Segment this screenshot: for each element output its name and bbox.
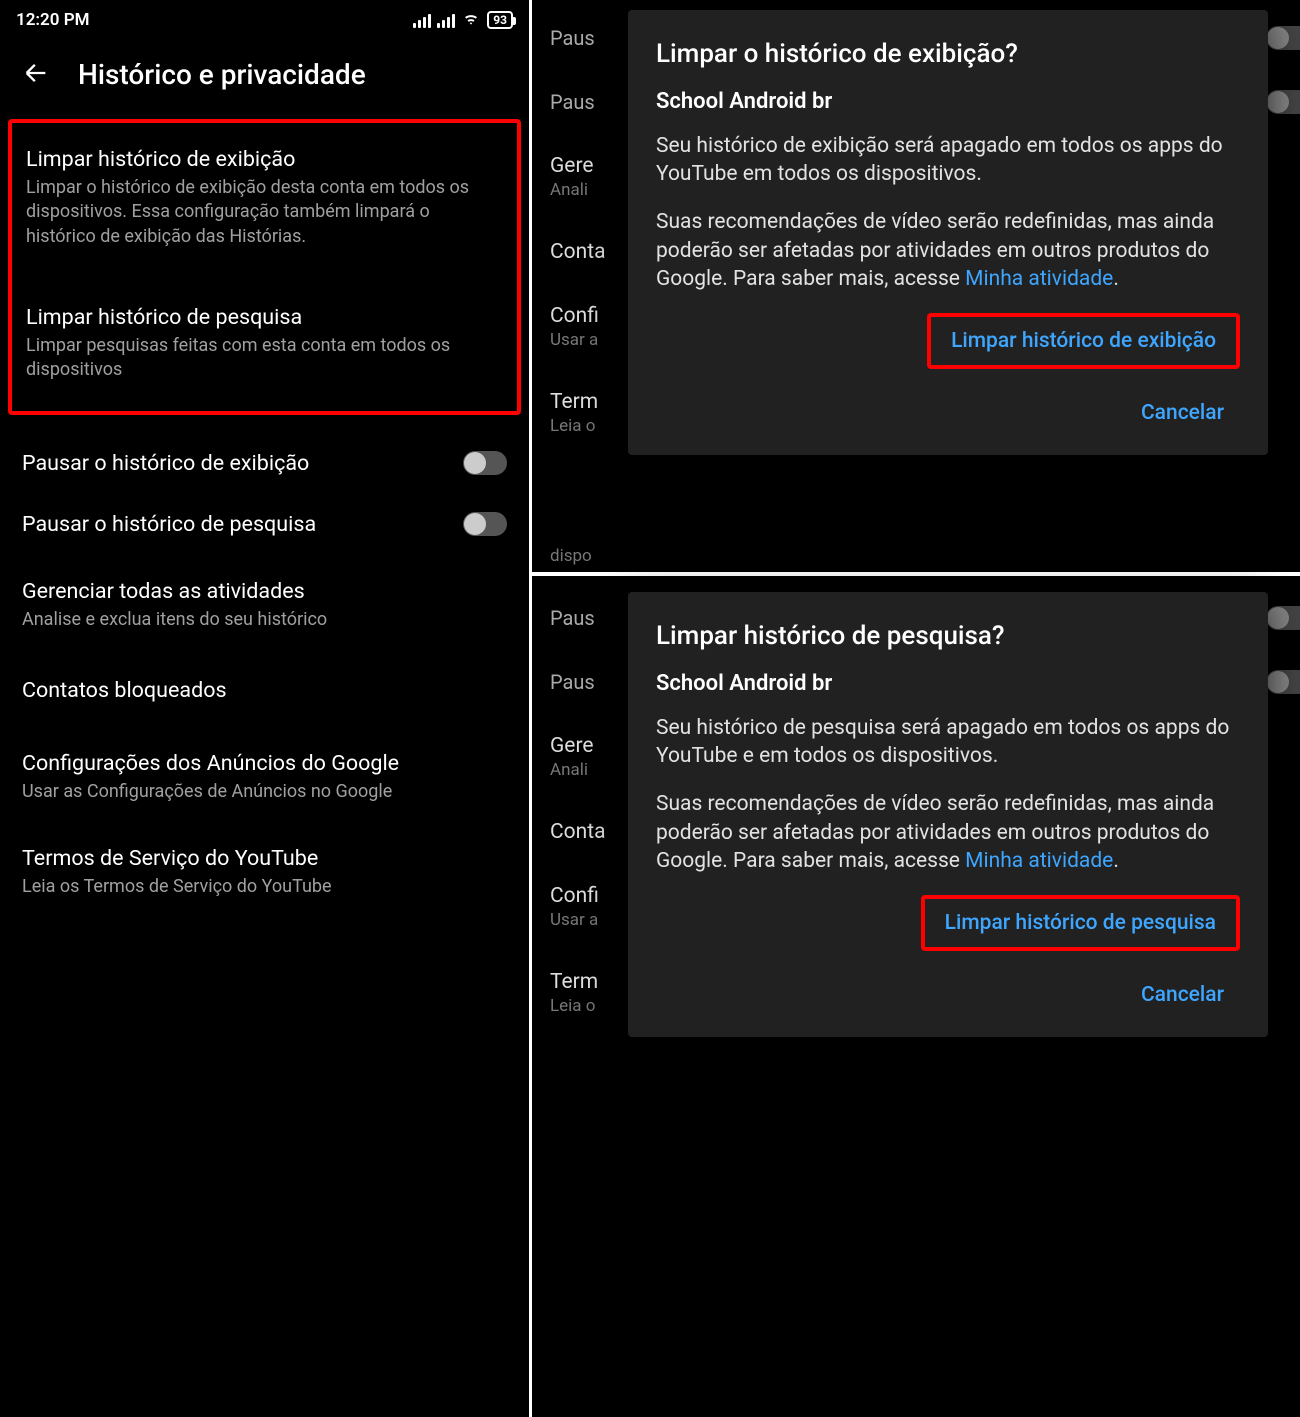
toggle-switch[interactable] [1266, 90, 1300, 114]
header: Histórico e privacidade [0, 40, 529, 119]
highlight-clear-options: Limpar histórico de exibição Limpar o hi… [8, 119, 521, 415]
toggle-switch[interactable] [1266, 670, 1300, 694]
status-bar: 12:20 PM 93 [0, 0, 529, 40]
highlight-confirm: Limpar histórico de exibição [927, 313, 1240, 369]
signal-icon [413, 12, 431, 28]
toggle-switch[interactable] [463, 451, 507, 475]
blocked-label: Contatos bloqueados [22, 676, 507, 705]
dialog-body-2: Suas recomendações de vídeo serão redefi… [656, 790, 1240, 875]
pause-watch-label: Pausar o histórico de exibição [22, 449, 463, 478]
my-activity-link[interactable]: Minha atividade [965, 849, 1113, 873]
clear-search-sub: Limpar pesquisas feitas com esta conta e… [26, 334, 503, 383]
page-title: Histórico e privacidade [78, 58, 366, 91]
manage-sub: Analise e exclua itens do seu histórico [22, 608, 507, 632]
my-activity-link[interactable]: Minha atividade [965, 267, 1113, 291]
clear-watch-title: Limpar histórico de exibição [26, 145, 503, 174]
pause-search-label: Pausar o histórico de pesquisa [22, 510, 463, 539]
dialog-account: School Android br [656, 671, 1240, 696]
dialog-body-1: Seu histórico de pesquisa será apagado e… [656, 714, 1240, 771]
dialog-screen-watch: dispo Paus Paus GereAnali Conta ConfiUsa… [532, 0, 1300, 572]
status-icons: 93 [413, 8, 513, 33]
cancel-button[interactable]: Cancelar [1125, 391, 1240, 435]
highlight-confirm: Limpar histórico de pesquisa [921, 895, 1240, 951]
pause-watch-history[interactable]: Pausar o histórico de exibição [0, 433, 529, 494]
clear-search-history[interactable]: Limpar histórico de pesquisa Limpar pesq… [12, 289, 517, 397]
dialog-title: Limpar o histórico de exibição? [656, 38, 1240, 71]
cancel-button[interactable]: Cancelar [1125, 973, 1240, 1017]
blocked-contacts[interactable]: Contatos bloqueados [0, 646, 529, 735]
dialog-body-2: Suas recomendações de vídeo serão redefi… [656, 208, 1240, 293]
dialog-account: School Android br [656, 89, 1240, 114]
back-arrow-icon[interactable] [22, 59, 50, 91]
settings-screen: 12:20 PM 93 Histórico e privacidade Limp… [0, 0, 529, 1417]
status-time: 12:20 PM [16, 10, 90, 30]
toggle-switch[interactable] [463, 512, 507, 536]
clear-watch-sub: Limpar o histórico de exibição desta con… [26, 176, 503, 249]
wifi-icon [461, 8, 481, 33]
ads-sub: Usar as Configurações de Anúncios no Goo… [22, 780, 507, 804]
google-ads-settings[interactable]: Configurações dos Anúncios do Google Usa… [0, 735, 529, 818]
dialog-body-1: Seu histórico de exibição será apagado e… [656, 132, 1240, 189]
toggle-switch[interactable] [1266, 606, 1300, 630]
dialog-screen-search: dispo Paus Paus GereAnali Conta ConfiUsa… [532, 576, 1300, 1417]
clear-watch-dialog: Limpar o histórico de exibição? School A… [628, 10, 1268, 455]
ads-title: Configurações dos Anúncios do Google [22, 749, 507, 778]
clear-watch-history[interactable]: Limpar histórico de exibição Limpar o hi… [12, 131, 517, 263]
tos-sub: Leia os Termos de Serviço do YouTube [22, 875, 507, 899]
signal-icon-2 [437, 12, 455, 28]
clear-search-dialog: Limpar histórico de pesquisa? School And… [628, 592, 1268, 1037]
tos-title: Termos de Serviço do YouTube [22, 844, 507, 873]
confirm-clear-watch-button[interactable]: Limpar histórico de exibição [935, 319, 1232, 363]
clear-search-title: Limpar histórico de pesquisa [26, 303, 503, 332]
youtube-tos[interactable]: Termos de Serviço do YouTube Leia os Ter… [0, 818, 529, 913]
confirm-clear-search-button[interactable]: Limpar histórico de pesquisa [929, 901, 1232, 945]
manage-activities[interactable]: Gerenciar todas as atividades Analise e … [0, 555, 529, 646]
toggle-switch[interactable] [1266, 26, 1300, 50]
dialog-title: Limpar histórico de pesquisa? [656, 620, 1240, 653]
battery-icon: 93 [487, 11, 513, 29]
manage-title: Gerenciar todas as atividades [22, 577, 507, 606]
pause-search-history[interactable]: Pausar o histórico de pesquisa [0, 494, 529, 555]
